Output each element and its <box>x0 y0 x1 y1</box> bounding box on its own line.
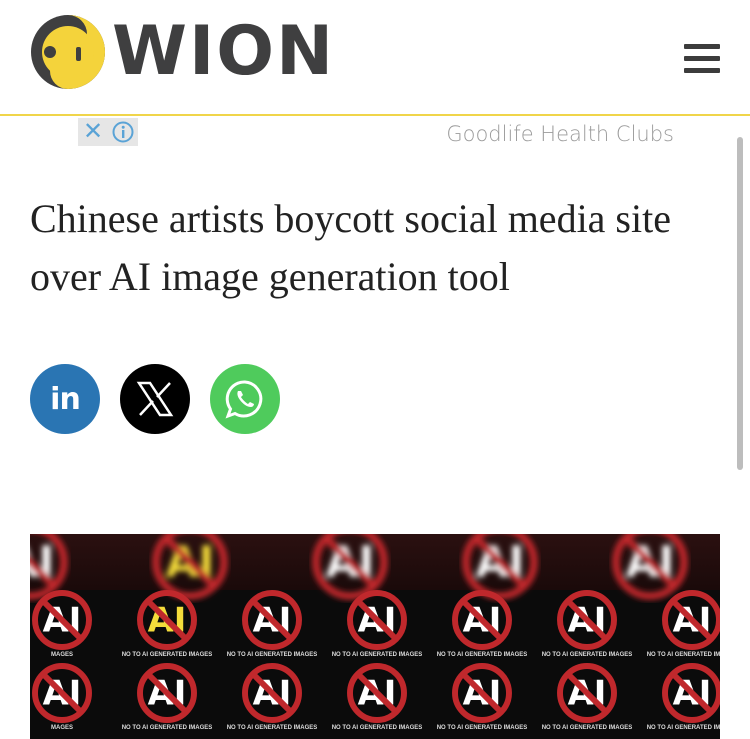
no-ai-sign: AI <box>347 663 407 723</box>
article-headline: Chinese artists boycott social media sit… <box>30 196 671 299</box>
sign-caption: NO TO AI GENERATED IMAGES <box>437 725 528 731</box>
share-linkedin-button[interactable]: in <box>30 364 100 434</box>
ad-choices: ✕ <box>78 118 138 146</box>
ad-advertiser-label[interactable]: Goodlife Health Clubs <box>446 122 674 146</box>
no-ai-sign: AI <box>557 590 617 650</box>
no-ai-sign: AI <box>462 534 538 600</box>
close-icon[interactable]: ✕ <box>78 118 108 146</box>
sign-caption: NO TO AI GENERATED IMAGES <box>332 652 423 658</box>
share-bar: in <box>30 364 280 434</box>
no-ai-sign: AI <box>612 534 688 600</box>
sign-caption: NO TO AI GENERATED IMAGES <box>542 725 633 731</box>
sign-caption: NO TO AI GENERATED IMAGES <box>122 725 213 731</box>
no-ai-sign: AI <box>242 590 302 650</box>
no-ai-sign: AI <box>242 663 302 723</box>
info-icon[interactable] <box>108 118 138 146</box>
hero-graphic: AIAIAIAIAIAIAIMAGESAINO TO AI GENERATED … <box>30 534 720 731</box>
wion-logo-text: WION <box>112 12 336 91</box>
wion-logo[interactable]: WION <box>30 14 335 90</box>
hamburger-menu-icon[interactable] <box>684 44 720 74</box>
sign-caption: NO TO AI GENERATED IMAGES <box>437 652 528 658</box>
no-ai-sign: AI <box>30 534 68 600</box>
sign-caption: NO TO AI GENERATED IMAGES <box>122 652 213 658</box>
sign-caption: NO TO AI GENERATED IMAGES <box>647 652 720 658</box>
article-hero-image[interactable]: AIAIAIAIAIAIAIMAGESAINO TO AI GENERATED … <box>30 534 720 739</box>
no-ai-sign: AI <box>32 663 92 723</box>
sign-caption: MAGES <box>51 652 73 658</box>
no-ai-sign: AI <box>557 663 617 723</box>
no-ai-sign: AI <box>32 590 92 650</box>
whatsapp-icon <box>225 380 263 419</box>
no-ai-sign: AI <box>137 663 197 723</box>
linkedin-icon: in <box>50 381 81 417</box>
no-ai-sign: AI <box>137 590 197 650</box>
no-ai-sign: AI <box>662 590 720 650</box>
no-ai-sign: AI <box>347 590 407 650</box>
sign-caption: NO TO AI GENERATED IMAGES <box>332 725 423 731</box>
no-ai-sign: AI <box>662 663 720 723</box>
sign-caption: NO TO AI GENERATED IMAGES <box>542 652 633 658</box>
no-ai-sign: AI <box>452 590 512 650</box>
sign-caption: NO TO AI GENERATED IMAGES <box>647 725 720 731</box>
site-header: WION <box>0 0 750 116</box>
sign-caption: MAGES <box>51 725 73 731</box>
share-x-button[interactable] <box>120 364 190 434</box>
ad-bar: ✕ Goodlife Health Clubs <box>0 118 750 148</box>
wion-logo-icon <box>31 15 105 89</box>
share-whatsapp-button[interactable] <box>210 364 280 434</box>
no-ai-sign: AI <box>452 663 512 723</box>
no-ai-sign: AI <box>312 534 388 600</box>
scrollbar[interactable] <box>737 137 743 470</box>
sign-caption: NO TO AI GENERATED IMAGES <box>227 652 318 658</box>
no-ai-sign: AI <box>152 534 228 600</box>
sign-caption: NO TO AI GENERATED IMAGES <box>227 725 318 731</box>
x-logo-icon <box>136 381 174 417</box>
